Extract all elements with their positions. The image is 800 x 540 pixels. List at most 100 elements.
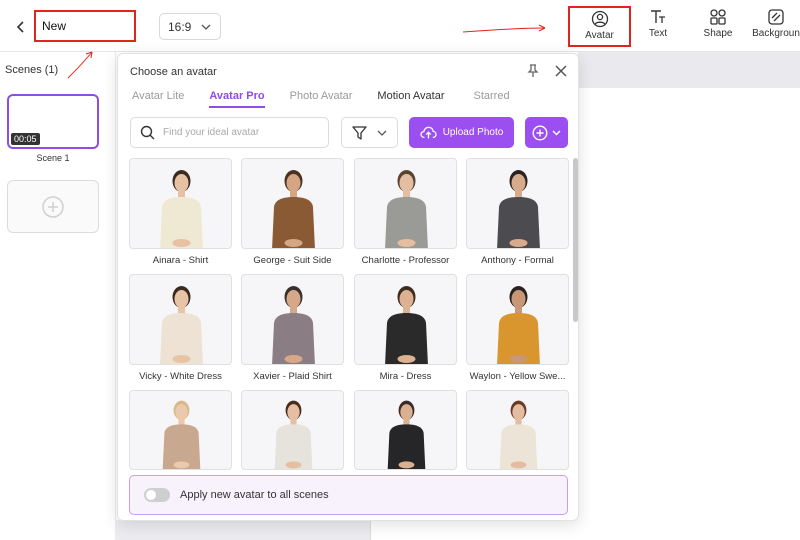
aspect-ratio-select[interactable]: 16:9: [159, 13, 221, 40]
avatar-name: Anthony - Formal: [481, 255, 554, 266]
avatar-figure-icon: [272, 170, 315, 248]
shapes-icon: [710, 9, 726, 25]
tab-avatar-lite[interactable]: Avatar Lite: [132, 90, 184, 108]
avatar-thumbnail: [354, 274, 457, 365]
project-title-text: New: [42, 19, 67, 33]
avatar-figure-icon: [497, 170, 540, 248]
avatar-card[interactable]: Vicky - White Dress: [129, 274, 232, 382]
create-avatar-button[interactable]: [525, 117, 568, 148]
avatar-figure-icon: [162, 400, 201, 469]
background-icon: [768, 9, 784, 25]
avatar-figure-icon: [387, 400, 426, 469]
filter-icon: [352, 125, 367, 140]
add-scene-button[interactable]: [7, 180, 99, 233]
avatar-figure-icon: [497, 286, 540, 364]
scene-thumbnail[interactable]: 00:05: [7, 94, 99, 149]
avatar-card[interactable]: Anthony - Formal: [466, 158, 569, 266]
text-tool-label: Text: [648, 28, 668, 39]
chevron-down-icon: [201, 24, 211, 30]
apply-all-scenes-toggle[interactable]: [144, 488, 170, 502]
upload-photo-button[interactable]: Upload Photo: [409, 117, 514, 148]
avatar-figure-icon: [385, 286, 428, 364]
chevron-left-icon: [16, 21, 24, 33]
chevron-down-icon: [377, 130, 387, 136]
avatar-figure-icon: [385, 170, 428, 248]
scenes-title: Scenes (1): [5, 64, 59, 76]
avatar-figure-icon: [274, 400, 313, 469]
avatar-tabs: Avatar Lite Avatar Pro Photo Avatar Moti…: [132, 90, 510, 108]
avatar-name: Charlotte - Professor: [361, 255, 450, 266]
avatar-card[interactable]: Mira - Dress: [354, 274, 457, 382]
avatar-chooser-panel: Choose an avatar Avatar Lite Avatar Pro …: [117, 53, 579, 521]
avatar-card[interactable]: [129, 390, 232, 470]
apply-all-scenes-bar: Apply new avatar to all scenes: [129, 475, 568, 515]
avatar-card[interactable]: [354, 390, 457, 470]
text-icon: [651, 10, 665, 23]
text-tool-button[interactable]: Text: [628, 8, 688, 46]
avatar-thumbnail: [241, 274, 344, 365]
scene-duration: 00:05: [11, 133, 40, 145]
avatar-name: George - Suit Side: [253, 255, 332, 266]
avatar-thumbnail: [129, 390, 232, 470]
upload-photo-label: Upload Photo: [442, 127, 504, 138]
filter-button[interactable]: [341, 117, 398, 148]
plus-circle-icon: [42, 195, 64, 218]
avatar-search: [130, 117, 329, 148]
top-bar: New 16:9 Avatar Text Shape Backgroun: [0, 0, 800, 52]
chevron-down-icon: [552, 130, 561, 135]
avatar-thumbnail: [129, 274, 232, 365]
avatar-thumbnail: [129, 158, 232, 249]
avatar-figure-icon: [272, 286, 315, 364]
shape-tool-button[interactable]: Shape: [688, 8, 748, 46]
avatar-thumbnail: [466, 158, 569, 249]
plus-circle-icon: [532, 124, 548, 141]
avatar-card[interactable]: Ainara - Shirt: [129, 158, 232, 266]
pin-icon[interactable]: [526, 64, 540, 78]
background-tool-label: Backgroun: [752, 28, 800, 39]
avatar-card[interactable]: Waylon - Yellow Swe...: [466, 274, 569, 382]
avatar-name: Waylon - Yellow Swe...: [469, 371, 566, 382]
avatar-thumbnail: [466, 274, 569, 365]
avatar-thumbnail: [354, 390, 457, 470]
scene-label: Scene 1: [36, 153, 70, 163]
avatar-card[interactable]: George - Suit Side: [241, 158, 344, 266]
canvas-bottom-strip: [116, 520, 370, 540]
search-input[interactable]: [163, 127, 313, 138]
canvas-toolbar-strip: [578, 52, 800, 88]
avatar-card[interactable]: Charlotte - Professor: [354, 158, 457, 266]
back-button[interactable]: [10, 16, 32, 38]
avatar-figure-icon: [160, 170, 203, 248]
avatar-tool-button[interactable]: Avatar: [568, 6, 631, 47]
user-circle-icon: [591, 10, 608, 28]
avatar-thumbnail: [241, 158, 344, 249]
cloud-upload-icon: [420, 126, 437, 139]
tab-motion-avatar[interactable]: Motion Avatar: [377, 90, 444, 108]
scenes-panel: Scenes (1) 00:05 Scene 1: [0, 52, 116, 540]
avatar-name: Ainara - Shirt: [152, 255, 209, 266]
apply-all-scenes-label: Apply new avatar to all scenes: [180, 489, 329, 501]
close-icon[interactable]: [554, 64, 568, 78]
tab-avatar-pro[interactable]: Avatar Pro: [209, 90, 265, 108]
background-tool-button[interactable]: Backgroun: [748, 8, 800, 46]
avatar-thumbnail: [354, 158, 457, 249]
aspect-ratio-value: 16:9: [168, 19, 192, 34]
avatar-card[interactable]: [241, 390, 344, 470]
avatar-thumbnail: [241, 390, 344, 470]
project-title-input[interactable]: New: [34, 10, 136, 42]
avatar-name: Vicky - White Dress: [139, 371, 222, 382]
scrollbar-thumb[interactable]: [573, 158, 578, 322]
avatar-thumbnail: [466, 390, 569, 470]
avatar-card[interactable]: Xavier - Plaid Shirt: [241, 274, 344, 382]
avatar-figure-icon: [160, 286, 203, 364]
tab-photo-avatar[interactable]: Photo Avatar: [290, 90, 353, 108]
tab-starred[interactable]: Starred: [473, 90, 509, 108]
canvas-divider: [370, 520, 371, 540]
search-icon: [140, 125, 155, 140]
panel-title: Choose an avatar: [130, 66, 217, 78]
shape-tool-label: Shape: [703, 28, 733, 39]
avatar-name: Mira - Dress: [379, 371, 432, 382]
avatar-tool-label: Avatar: [585, 30, 614, 41]
avatar-card[interactable]: [466, 390, 569, 470]
avatar-figure-icon: [499, 400, 538, 469]
avatar-name: Xavier - Plaid Shirt: [253, 371, 332, 382]
